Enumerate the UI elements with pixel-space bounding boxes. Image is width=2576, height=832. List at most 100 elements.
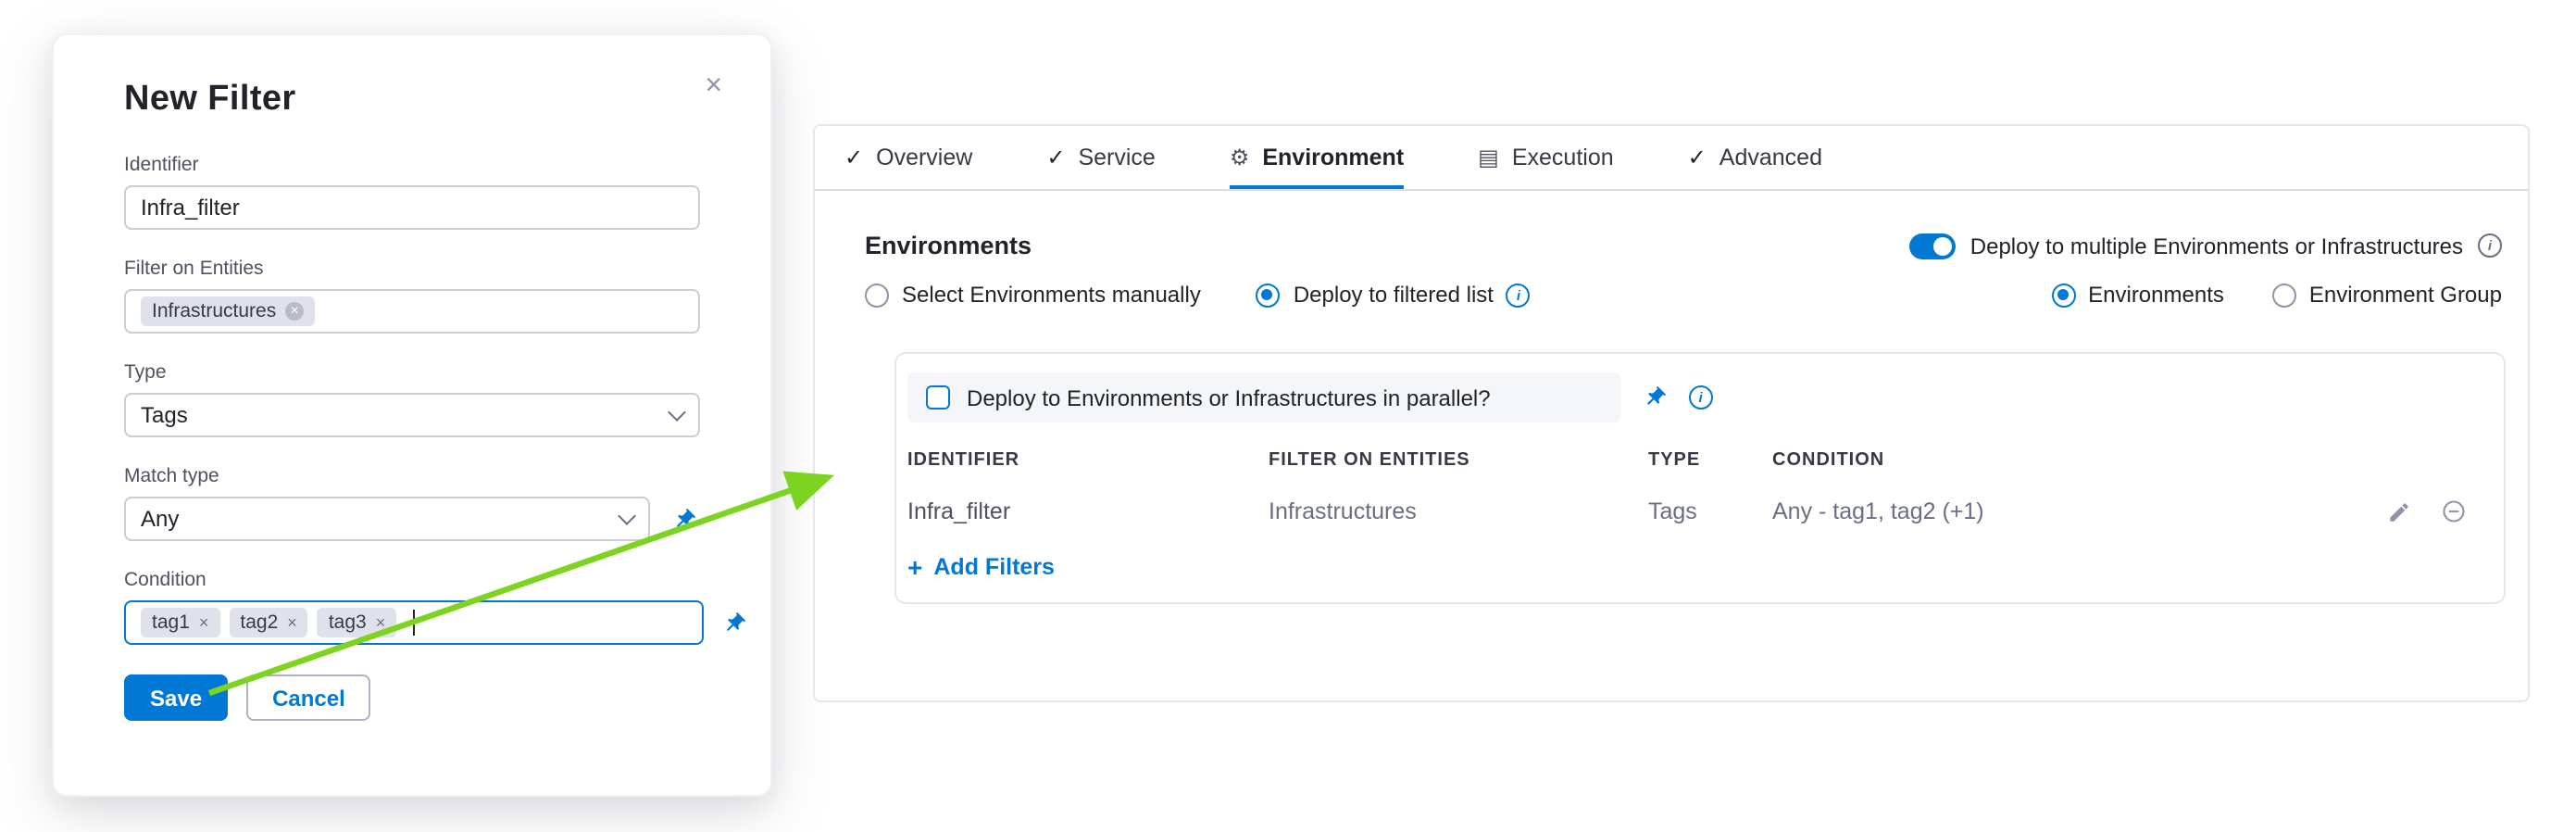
tab-label: Service xyxy=(1078,145,1155,170)
new-filter-modal: × New Filter Identifier Infra_filter Fil… xyxy=(52,33,772,797)
close-icon[interactable]: × xyxy=(705,72,722,102)
cell-condition: Any - tag1, tag2 (+1) xyxy=(1772,498,2322,524)
save-button[interactable]: Save xyxy=(124,674,228,721)
condition-input[interactable]: tag1 × tag2 × tag3 × xyxy=(124,600,704,645)
condition-label: Condition xyxy=(124,569,700,591)
cell-type: Tags xyxy=(1648,498,1772,524)
entities-input[interactable]: Infrastructures × xyxy=(124,289,700,334)
toggle-knob xyxy=(1933,236,1952,255)
chip-remove-icon[interactable]: × xyxy=(376,614,386,631)
match-type-field-group: Match type Any xyxy=(124,465,700,541)
identifier-field-group: Identifier Infra_filter xyxy=(124,154,700,230)
filters-card: Deploy to Environments or Infrastructure… xyxy=(894,352,2506,604)
match-type-select[interactable]: Any xyxy=(124,497,650,541)
entities-field-group: Filter on Entities Infrastructures × xyxy=(124,258,700,334)
add-filters-button[interactable]: + Add Filters xyxy=(907,554,2467,580)
tab-label: Advanced xyxy=(1719,145,1822,170)
multi-env-toggle-group: Deploy to multiple Environments or Infra… xyxy=(1909,233,2502,258)
filters-table: IDENTIFIER FILTER ON ENTITIES TYPE CONDI… xyxy=(907,450,2467,524)
radio-environment-group[interactable]: Environment Group xyxy=(2272,282,2502,308)
info-icon[interactable]: i xyxy=(1689,385,1713,410)
tab-bar: ✓ Overview ✓ Service ⚙ Environment ▤ Exe… xyxy=(815,126,2528,191)
chip-label: tag3 xyxy=(329,611,367,634)
remove-icon[interactable] xyxy=(2441,498,2467,524)
radio-select-manually[interactable]: Select Environments manually xyxy=(865,282,1201,308)
edit-icon[interactable] xyxy=(2387,499,2411,523)
match-type-value: Any xyxy=(141,506,179,532)
column-header: TYPE xyxy=(1648,450,1772,471)
check-icon: ✓ xyxy=(1688,145,1707,170)
pin-icon[interactable] xyxy=(722,611,746,636)
parallel-checkbox[interactable] xyxy=(926,385,950,410)
radio-label: Deploy to filtered list xyxy=(1294,282,1494,308)
chip-remove-icon[interactable]: × xyxy=(199,614,209,631)
tag-chip[interactable]: tag3 × xyxy=(318,608,396,637)
match-type-label: Match type xyxy=(124,465,700,487)
radio-icon[interactable] xyxy=(2051,283,2075,307)
environments-heading: Environments xyxy=(865,232,1032,259)
chip-remove-icon[interactable]: × xyxy=(285,302,304,321)
column-header: IDENTIFIER xyxy=(907,450,1269,471)
infrastructures-chip[interactable]: Infrastructures × xyxy=(141,296,315,326)
identifier-value: Infra_filter xyxy=(141,195,240,221)
type-value: Tags xyxy=(141,402,188,428)
tab-advanced[interactable]: ✓ Advanced xyxy=(1688,126,1822,189)
identifier-input[interactable]: Infra_filter xyxy=(124,185,700,230)
modal-title: New Filter xyxy=(124,80,700,120)
pipeline-stage-panel: ✓ Overview ✓ Service ⚙ Environment ▤ Exe… xyxy=(813,124,2530,702)
chip-remove-icon[interactable]: × xyxy=(287,614,297,631)
environment-tab-content: Environments Deploy to multiple Environm… xyxy=(815,191,2528,604)
type-field-group: Type Tags xyxy=(124,361,700,437)
radio-icon[interactable] xyxy=(2272,283,2296,307)
type-select[interactable]: Tags xyxy=(124,393,700,437)
radio-environments[interactable]: Environments xyxy=(2051,282,2224,308)
info-icon[interactable]: i xyxy=(1507,283,1531,307)
tag-chip[interactable]: tag1 × xyxy=(141,608,219,637)
type-label: Type xyxy=(124,361,700,384)
execution-icon: ▤ xyxy=(1478,145,1499,170)
radio-label: Environments xyxy=(2088,282,2224,308)
info-icon[interactable]: i xyxy=(2478,233,2502,258)
plus-icon: + xyxy=(907,556,922,578)
chip-label: tag1 xyxy=(152,611,190,634)
column-header: CONDITION xyxy=(1772,450,2322,471)
check-icon: ✓ xyxy=(1046,145,1065,170)
tab-environment[interactable]: ⚙ Environment xyxy=(1230,126,1404,189)
tab-service[interactable]: ✓ Service xyxy=(1046,126,1156,189)
pin-icon[interactable] xyxy=(672,507,696,531)
chip-label: Infrastructures xyxy=(152,300,276,322)
cancel-button[interactable]: Cancel xyxy=(246,674,371,721)
tag-chip[interactable]: tag2 × xyxy=(229,608,307,637)
tab-label: Execution xyxy=(1512,145,1614,170)
chevron-down-icon xyxy=(618,507,636,525)
condition-field-group: Condition tag1 × tag2 × tag3 × xyxy=(124,569,700,645)
chip-label: tag2 xyxy=(240,611,278,634)
environment-icon: ⚙ xyxy=(1230,145,1250,170)
parallel-label: Deploy to Environments or Infrastructure… xyxy=(967,384,1491,410)
radio-label: Environment Group xyxy=(2309,282,2502,308)
identifier-label: Identifier xyxy=(124,154,700,176)
column-header: FILTER ON ENTITIES xyxy=(1269,450,1648,471)
add-filters-label: Add Filters xyxy=(933,554,1055,580)
radio-icon[interactable] xyxy=(1257,283,1281,307)
radio-deploy-filtered[interactable]: Deploy to filtered list i xyxy=(1257,282,1531,308)
pin-icon[interactable] xyxy=(1643,385,1667,410)
env-type-radio-group: Environments Environment Group xyxy=(2051,282,2502,308)
cell-identifier: Infra_filter xyxy=(907,498,1269,524)
check-icon: ✓ xyxy=(844,145,863,170)
parallel-checkbox-bar: Deploy to Environments or Infrastructure… xyxy=(907,372,1620,422)
tab-execution[interactable]: ▤ Execution xyxy=(1478,126,1614,189)
tab-overview[interactable]: ✓ Overview xyxy=(844,126,972,189)
screenshot-stage: × New Filter Identifier Infra_filter Fil… xyxy=(0,0,2576,832)
table-header-row: IDENTIFIER FILTER ON ENTITIES TYPE CONDI… xyxy=(907,450,2467,471)
modal-button-row: Save Cancel xyxy=(124,674,700,721)
tab-label: Environment xyxy=(1262,145,1404,170)
cell-entities: Infrastructures xyxy=(1269,498,1648,524)
entities-label: Filter on Entities xyxy=(124,258,700,280)
text-cursor xyxy=(413,610,415,636)
table-row: Infra_filter Infrastructures Tags Any - … xyxy=(907,498,2467,524)
multi-env-toggle-label: Deploy to multiple Environments or Infra… xyxy=(1970,233,2463,258)
tab-label: Overview xyxy=(876,145,972,170)
radio-icon[interactable] xyxy=(865,283,889,307)
multi-env-toggle[interactable] xyxy=(1909,233,1956,258)
